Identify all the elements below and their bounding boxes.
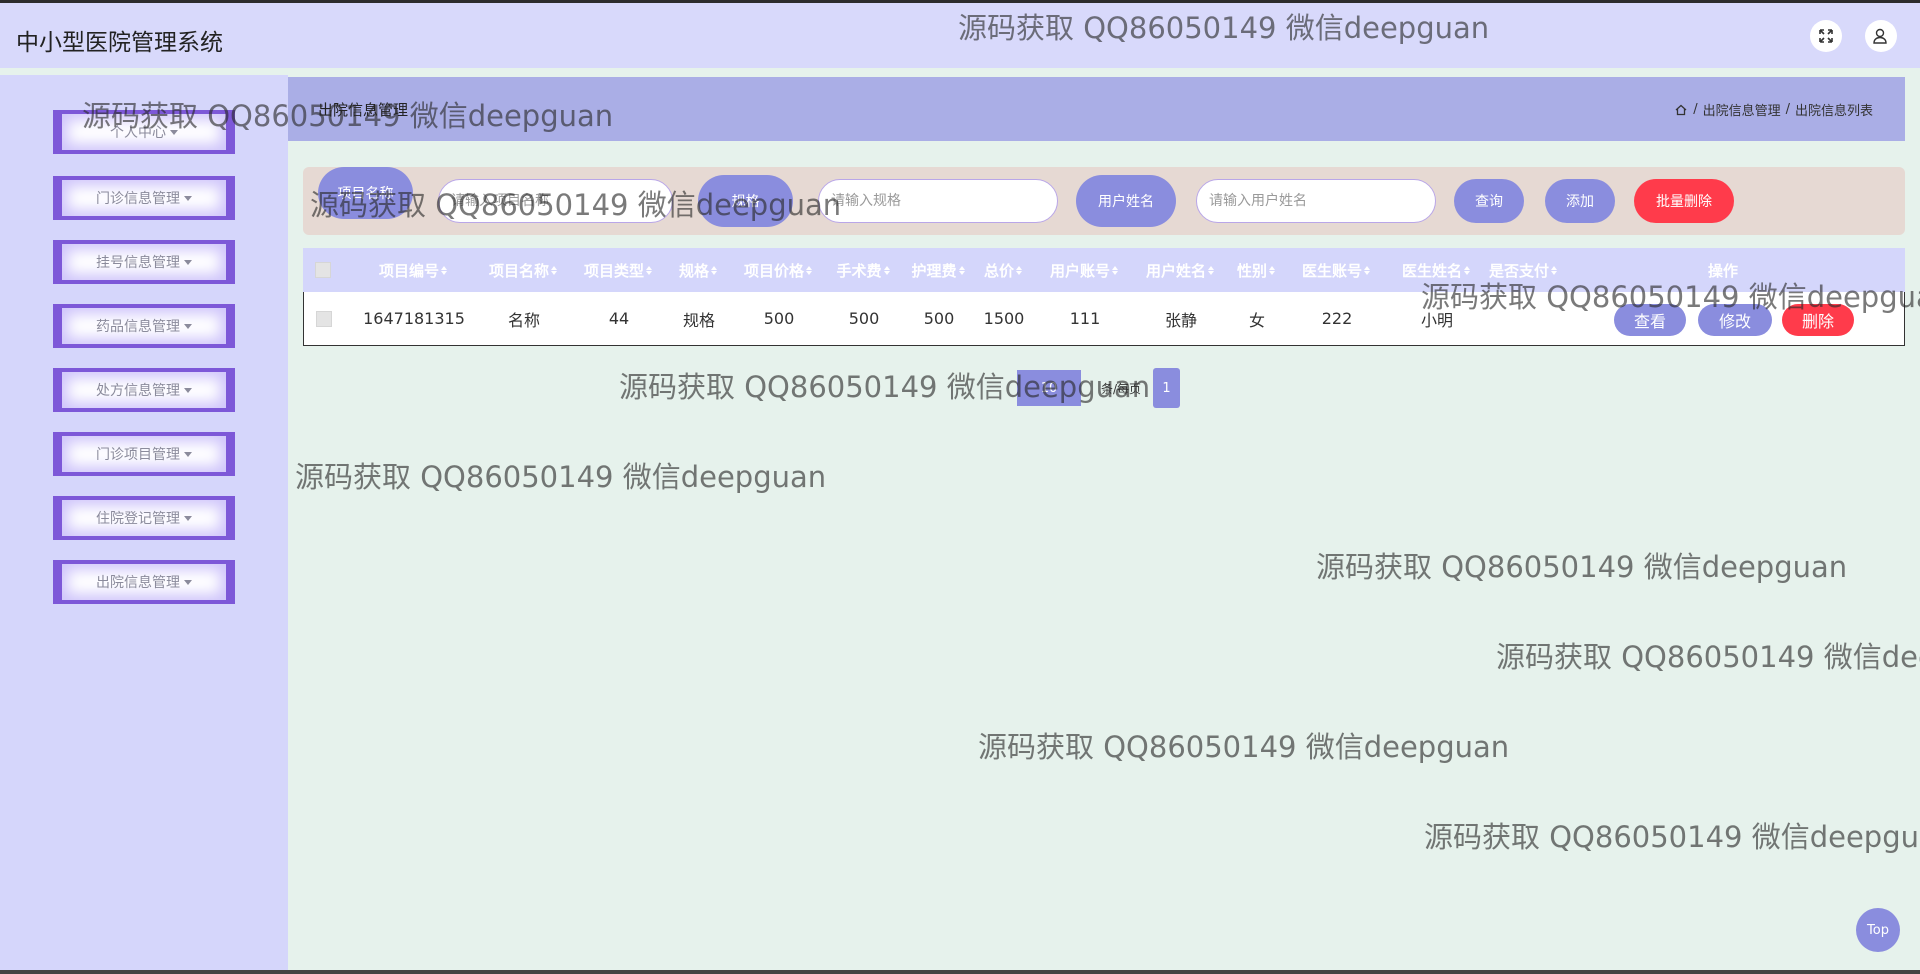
table-cell: 张静: [1164, 310, 1197, 330]
breadcrumb-separator: /: [1693, 102, 1698, 117]
col-header[interactable]: 规格: [673, 248, 723, 292]
col-header[interactable]: 项目编号: [358, 248, 468, 292]
col-header[interactable]: 总价: [978, 248, 1028, 292]
table-cell: 1647181315: [363, 309, 465, 328]
batch-delete-button[interactable]: 批量删除: [1634, 179, 1734, 223]
table-header: 项目编号 项目名称 项目类型 规格 项目价格 手术费 护理费 总价 用户账号 用…: [303, 248, 1905, 292]
table-cell: 小明: [1420, 310, 1453, 330]
fullscreen-icon[interactable]: [1810, 20, 1842, 52]
chevron-down-icon: [184, 259, 192, 265]
breadcrumb-separator: /: [1785, 102, 1790, 117]
watermark: 源码获取 QQ86050149 微信deepguan: [978, 730, 1510, 764]
user-icon[interactable]: [1865, 20, 1897, 52]
page-title: 出院信息管理: [318, 101, 409, 119]
sidebar-item-registration[interactable]: 挂号信息管理: [53, 240, 235, 284]
edit-button[interactable]: 修改: [1698, 304, 1772, 336]
table-cell: 名称: [507, 310, 540, 330]
sidebar-item-label: 出院信息管理: [96, 575, 180, 591]
select-all-checkbox[interactable]: [313, 248, 333, 292]
view-button[interactable]: 查看: [1614, 304, 1686, 336]
app-title: 中小型医院管理系统: [16, 30, 223, 56]
table-cell: 女: [1248, 310, 1265, 330]
project-name-input[interactable]: [438, 179, 673, 223]
table-cell: 222: [1321, 309, 1353, 328]
page-header: 出院信息管理 / 出院信息管理 / 出院信息列表: [288, 77, 1905, 141]
chevron-down-icon: [184, 579, 192, 585]
page-size-select[interactable]: 10: [1017, 370, 1081, 406]
add-button[interactable]: 添加: [1545, 179, 1615, 223]
sidebar-item-label: 药品信息管理: [96, 319, 180, 335]
col-header[interactable]: 项目名称: [473, 248, 573, 292]
user-name-input[interactable]: [1196, 179, 1436, 223]
sidebar-item-drug-info[interactable]: 药品信息管理: [53, 304, 235, 348]
chevron-down-icon: [184, 323, 192, 329]
breadcrumb: / 出院信息管理 / 出院信息列表: [1674, 100, 1873, 119]
sidebar-item-label: 挂号信息管理: [96, 255, 180, 271]
col-header[interactable]: 手术费: [828, 248, 898, 292]
bottom-border: [0, 970, 1920, 974]
sidebar-item-label: 住院登记管理: [96, 511, 180, 527]
sidebar-item-outpatient-info[interactable]: 门诊信息管理: [53, 176, 235, 220]
col-header[interactable]: 护理费: [903, 248, 973, 292]
spec-input[interactable]: [818, 179, 1058, 223]
sidebar-item-outpatient-project[interactable]: 门诊项目管理: [53, 432, 235, 476]
search-form: 项目名称 规格 用户姓名 查询 添加 批量删除: [303, 167, 1905, 235]
sidebar-item-prescription[interactable]: 处方信息管理: [53, 368, 235, 412]
chevron-down-icon: [184, 451, 192, 457]
chevron-down-icon: [184, 387, 192, 393]
chevron-down-icon: [170, 129, 178, 135]
back-to-top-button[interactable]: Top: [1856, 908, 1900, 952]
col-header[interactable]: 用户姓名: [1135, 248, 1225, 292]
table-row: 1647181315 名称 44 规格 500 500 500 1500 111…: [303, 292, 1905, 346]
watermark: 源码获取 QQ86050149 微信deepguan: [1316, 550, 1848, 584]
col-header[interactable]: 项目价格: [733, 248, 823, 292]
sidebar-item-hospitalization[interactable]: 住院登记管理: [53, 496, 235, 540]
delete-button[interactable]: 删除: [1782, 304, 1854, 336]
table-cell: 111: [1069, 309, 1101, 328]
watermark: 源码获取 QQ86050149 微信deepguan: [295, 460, 827, 494]
table-cell: 500: [763, 309, 795, 328]
col-header[interactable]: 性别: [1231, 248, 1281, 292]
sidebar-item-label: 处方信息管理: [96, 383, 180, 399]
chevron-down-icon: [184, 515, 192, 521]
table-cell: [1479, 292, 1569, 345]
breadcrumb-item[interactable]: 出院信息管理: [1703, 100, 1781, 119]
page-number[interactable]: 1: [1153, 368, 1181, 408]
pagination: 10 条/每页 1: [1017, 368, 1181, 408]
row-checkbox[interactable]: [314, 292, 334, 345]
sidebar-item-label: 门诊信息管理: [96, 191, 180, 207]
watermark: 源码获取 QQ86050149 微信deepguan: [1424, 820, 1920, 854]
user-name-label: 用户姓名: [1076, 175, 1176, 227]
table-cell: 44: [608, 309, 630, 328]
data-table: 项目编号 项目名称 项目类型 规格 项目价格 手术费 护理费 总价 用户账号 用…: [303, 248, 1905, 346]
breadcrumb-item: 出院信息列表: [1794, 104, 1873, 119]
col-header[interactable]: 项目类型: [578, 248, 658, 292]
query-button[interactable]: 查询: [1454, 179, 1524, 223]
per-page-label: 条/每页: [1101, 381, 1142, 396]
table-cell: 500: [923, 309, 955, 328]
sidebar-item-label: 门诊项目管理: [96, 447, 180, 463]
watermark: 源码获取 QQ86050149 微信deepguan: [1496, 640, 1920, 674]
project-name-label: 项目名称: [318, 167, 413, 219]
sidebar-item-label: 个人中心: [110, 125, 166, 141]
sidebar: 个人中心 门诊信息管理 挂号信息管理 药品信息管理 处方信息管理 门诊项目管理 …: [0, 75, 288, 974]
col-header[interactable]: 医生姓名: [1391, 248, 1481, 292]
sidebar-item-discharge[interactable]: 出院信息管理: [53, 560, 235, 604]
chevron-down-icon: [184, 195, 192, 201]
col-header[interactable]: 医生账号: [1286, 248, 1386, 292]
col-header[interactable]: 用户账号: [1039, 248, 1129, 292]
sidebar-item-personal-center[interactable]: 个人中心: [53, 110, 235, 154]
top-bar: 中小型医院管理系统: [0, 0, 1920, 68]
col-header: 操作: [1707, 261, 1738, 280]
home-icon[interactable]: [1674, 103, 1688, 117]
table-cell: 500: [848, 309, 880, 328]
spec-label: 规格: [698, 175, 793, 227]
table-cell: 规格: [682, 310, 715, 330]
col-header[interactable]: 是否支付: [1478, 248, 1568, 292]
table-cell: 1500: [983, 309, 1025, 328]
